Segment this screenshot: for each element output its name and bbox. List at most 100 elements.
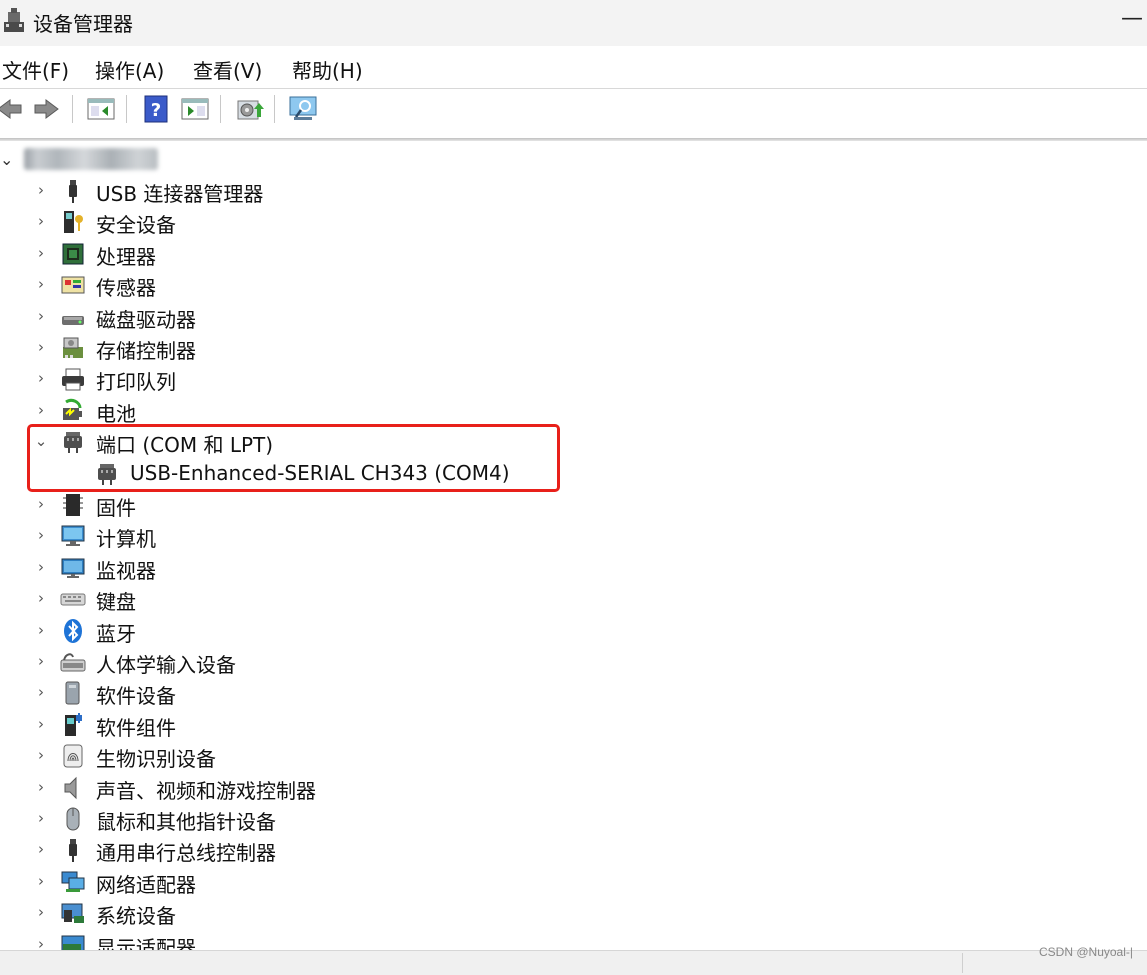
tree-category-sensor[interactable]: › 传感器 (0, 269, 600, 300)
port-icon (64, 432, 82, 454)
action-pane-icon[interactable] (180, 95, 210, 123)
menu-bar: 文件(F) 操作(A) 查看(V) 帮助(H) (0, 46, 1147, 89)
chevron-down-icon[interactable]: ⌄ (0, 150, 13, 169)
tree-category-usb-controller[interactable]: › 通用串行总线控制器 (0, 834, 600, 865)
tree-category-label: 计算机 (96, 527, 156, 552)
chevron-right-icon[interactable]: › (34, 589, 48, 607)
chevron-right-icon[interactable]: › (34, 746, 48, 764)
watermark: CSDN @Nuyoal-| (1039, 945, 1133, 959)
tree-category-label: 监视器 (96, 558, 156, 583)
disk-drive-icon (62, 315, 84, 325)
chevron-right-icon[interactable]: › (34, 872, 48, 890)
chevron-right-icon[interactable]: › (34, 212, 48, 230)
tree-category-keyboard[interactable]: › 键盘 (0, 583, 600, 614)
status-bar (0, 950, 1147, 975)
storage-controller-icon (63, 337, 83, 358)
menu-help[interactable]: 帮助(H) (292, 55, 363, 84)
help-icon[interactable]: ? (141, 95, 171, 123)
chevron-right-icon[interactable]: › (34, 652, 48, 670)
keyboard-icon (60, 593, 86, 606)
chevron-right-icon[interactable]: › (34, 903, 48, 921)
computer-name-redacted (24, 148, 158, 170)
chevron-right-icon[interactable]: › (34, 401, 48, 419)
chevron-right-icon[interactable]: › (34, 495, 48, 513)
chevron-right-icon[interactable]: › (34, 181, 48, 199)
processor-icon (62, 243, 84, 265)
menu-view[interactable]: 查看(V) (193, 55, 262, 84)
tree-category-port[interactable]: ⌄ 端口 (COM 和 LPT) (0, 426, 600, 457)
tree-device-label: USB-Enhanced-SERIAL CH343 (COM4) (130, 460, 510, 485)
chevron-right-icon[interactable]: › (34, 683, 48, 701)
toolbar: ? (0, 89, 1147, 129)
tree-category-bluetooth[interactable]: › 蓝牙 (0, 615, 600, 646)
monitor-icon (61, 558, 85, 578)
chevron-right-icon[interactable]: › (34, 840, 48, 858)
tree-category-label: 蓝牙 (96, 621, 136, 646)
tree-category-software-device[interactable]: › 软件设备 (0, 677, 600, 708)
tree-category-storage-controller[interactable]: › 存储控制器 (0, 332, 600, 363)
back-icon[interactable] (0, 95, 24, 123)
tree-category-mouse[interactable]: › 鼠标和其他指针设备 (0, 803, 600, 834)
tree-category-label: 生物识别设备 (96, 747, 216, 772)
tree-divider (0, 138, 1147, 141)
bluetooth-icon (64, 618, 82, 643)
tree-category-label: 软件设备 (96, 684, 176, 709)
tree-category-system-device[interactable]: › 系统设备 (0, 897, 600, 928)
tree-category-usb-connector[interactable]: › USB 连接器管理器 (0, 175, 600, 206)
chevron-right-icon[interactable]: › (34, 307, 48, 325)
port-icon (98, 463, 116, 485)
usb-controller-icon (69, 839, 77, 863)
hid-icon (60, 653, 86, 672)
tree-category-label: 软件组件 (96, 715, 176, 740)
chevron-right-icon[interactable]: › (34, 778, 48, 796)
chevron-right-icon[interactable]: › (34, 338, 48, 356)
usb-connector-icon (69, 180, 77, 203)
status-separator (962, 953, 963, 973)
device-manager-app-icon (4, 8, 24, 32)
menu-action[interactable]: 操作(A) (95, 55, 164, 84)
tree-category-label: 网络适配器 (96, 872, 196, 897)
tree-category-computer[interactable]: › 计算机 (0, 520, 600, 551)
tree-category-battery[interactable]: › 电池 (0, 395, 600, 426)
toolbar-separator (72, 95, 73, 123)
tree-category-hid[interactable]: › 人体学输入设备 (0, 646, 600, 677)
toolbar-separator (220, 95, 221, 123)
menu-file[interactable]: 文件(F) (2, 55, 69, 84)
mouse-icon (66, 807, 80, 831)
tree-category-label: 人体学输入设备 (96, 653, 236, 677)
show-hide-console-tree-icon[interactable] (86, 95, 116, 123)
tree-category-label: 存储控制器 (96, 339, 196, 363)
scan-hardware-icon[interactable] (288, 95, 318, 123)
chevron-right-icon[interactable]: › (34, 621, 48, 639)
chevron-down-icon[interactable]: ⌄ (34, 432, 48, 450)
chevron-right-icon[interactable]: › (34, 558, 48, 576)
tree-category-disk-drive[interactable]: › 磁盘驱动器 (0, 301, 600, 332)
forward-icon[interactable] (32, 95, 62, 123)
tree-category-network-adapter[interactable]: › 网络适配器 (0, 866, 600, 897)
tree-category-label: 声音、视频和游戏控制器 (96, 778, 316, 803)
tree-category-printer[interactable]: › 打印队列 (0, 363, 600, 394)
title-bar: 设备管理器 — (0, 0, 1147, 46)
tree-category-security-device[interactable]: › 安全设备 (0, 206, 600, 237)
tree-category-biometric[interactable]: › 生物识别设备 (0, 740, 600, 771)
sensor-icon (61, 276, 85, 294)
tree-category-label: 安全设备 (96, 213, 176, 238)
tree-category-label: 处理器 (96, 244, 156, 269)
chevron-right-icon[interactable]: › (34, 275, 48, 293)
chevron-right-icon[interactable]: › (34, 369, 48, 387)
update-driver-icon[interactable] (234, 95, 264, 123)
chevron-right-icon[interactable]: › (34, 809, 48, 827)
tree-category-label: 鼠标和其他指针设备 (96, 810, 276, 834)
chevron-right-icon[interactable]: › (34, 244, 48, 262)
tree-category-software-component[interactable]: › 软件组件 (0, 709, 600, 740)
tree-root-computer[interactable]: ⌄ (0, 144, 300, 174)
tree-category-sound[interactable]: › 声音、视频和游戏控制器 (0, 772, 600, 803)
tree-category-monitor[interactable]: › 监视器 (0, 552, 600, 583)
tree-category-firmware[interactable]: › 固件 (0, 489, 600, 520)
chevron-right-icon[interactable]: › (34, 526, 48, 544)
chevron-right-icon[interactable]: › (34, 715, 48, 733)
tree-device-com-port[interactable]: USB-Enhanced-SERIAL CH343 (COM4) (0, 458, 600, 489)
sound-icon (64, 776, 77, 799)
minimize-button[interactable]: — (1121, 6, 1143, 31)
tree-category-processor[interactable]: › 处理器 (0, 238, 600, 269)
